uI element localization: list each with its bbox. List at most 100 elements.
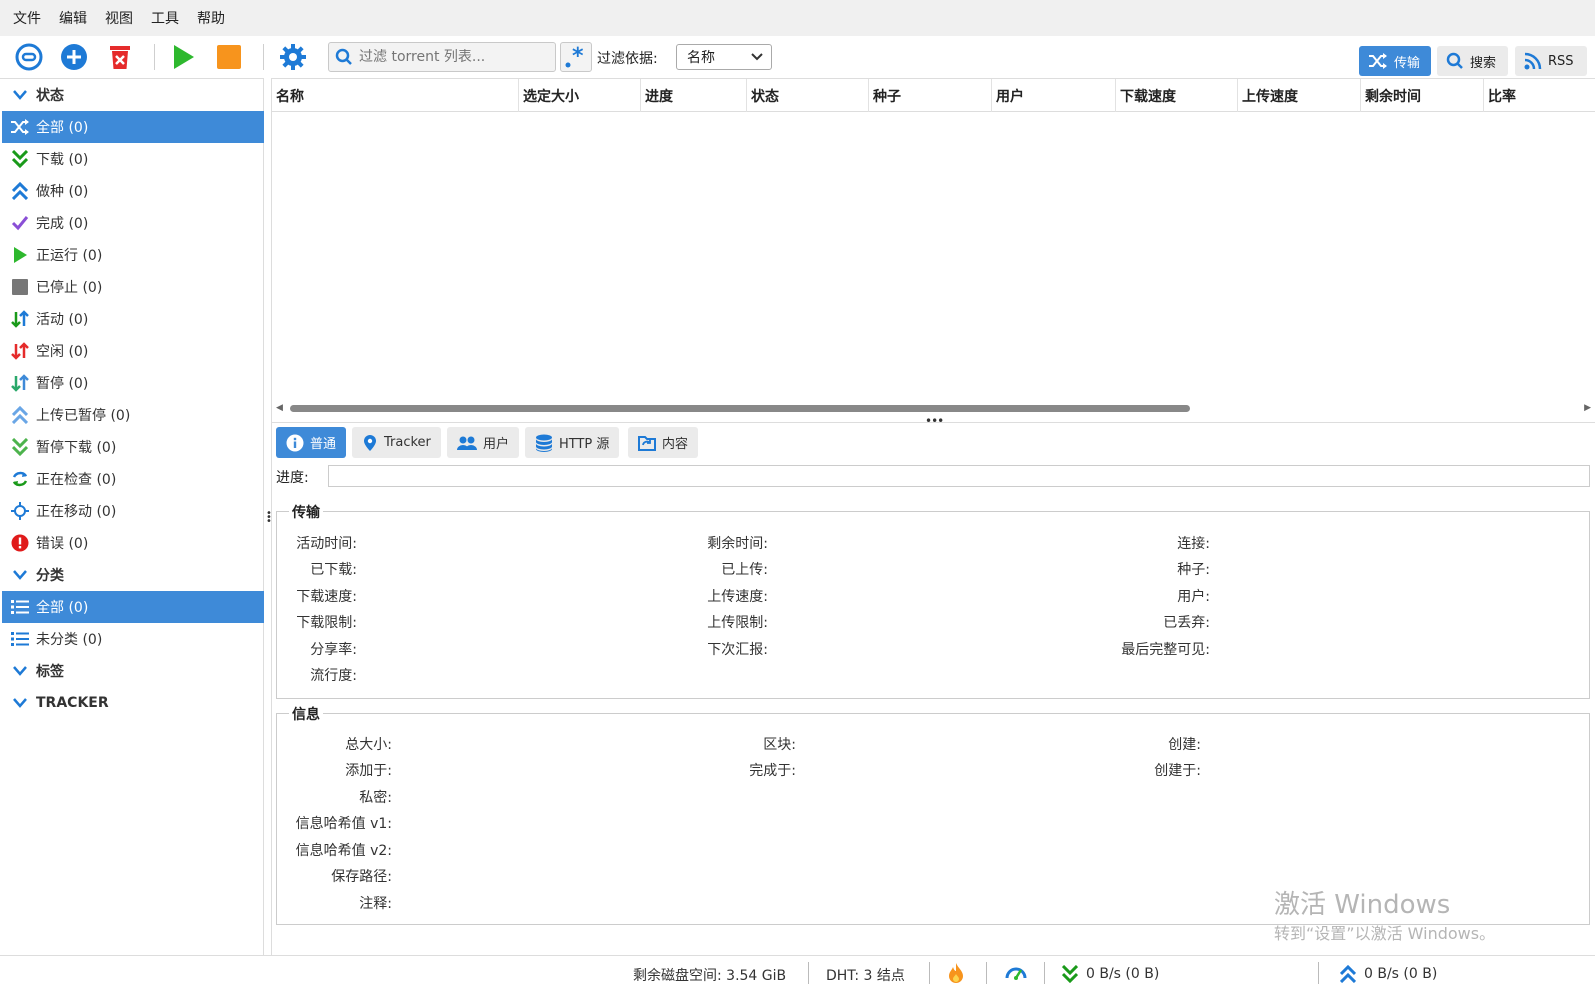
category-section-header[interactable]: 分类 [2, 559, 264, 591]
menu-file[interactable]: 文件 [8, 8, 54, 28]
tab-peers[interactable]: 用户 [447, 427, 520, 458]
sidebar-item-label: 全部 (0) [36, 120, 89, 136]
menu-help[interactable]: 帮助 [192, 8, 238, 28]
sidebar-splitter[interactable]: • • • [264, 78, 272, 955]
column-header-peers[interactable]: 用户 [992, 79, 1116, 112]
double-chevron-down-icon [10, 437, 30, 457]
menu-edit[interactable]: 编辑 [54, 8, 100, 28]
svg-text:*: * [572, 44, 584, 69]
wasted-label: 已丢弃: [1163, 615, 1210, 631]
tab-content[interactable]: 内容 [628, 427, 699, 458]
menu-view[interactable]: 视图 [100, 8, 146, 28]
info-icon [286, 434, 304, 451]
horizontal-scrollbar[interactable]: ◀ ▶ [272, 401, 1595, 415]
filter-by-value: 名称 [687, 50, 715, 66]
column-header-status[interactable]: 状态 [747, 79, 869, 112]
sidebar-item-checking[interactable]: 正在检查 (0) [2, 463, 264, 495]
rss-icon [1524, 52, 1542, 70]
sidebar-item-stopped[interactable]: 已停止 (0) [2, 271, 264, 303]
sidebar-item-downloading[interactable]: 下载 (0) [2, 143, 264, 175]
download-speed-label: 下载速度: [296, 589, 357, 605]
activation-watermark-title: 激活 Windows [1274, 890, 1451, 920]
status-section-header[interactable]: 状态 [2, 79, 264, 111]
sidebar-item-label: 做种 (0) [36, 184, 89, 200]
tab-general[interactable]: 普通 [276, 427, 347, 458]
column-header-download-speed[interactable]: 下载速度 [1116, 79, 1238, 112]
toolbar-separator [154, 44, 155, 70]
check-icon [10, 213, 30, 233]
chevron-down-icon [10, 85, 30, 105]
peers-label: 用户: [1177, 589, 1210, 605]
table-header: 名称 选定大小 进度 状态 种子 用户 下载速度 上传速度 剩余时间 比率 [272, 79, 1595, 112]
column-header-seeds[interactable]: 种子 [869, 79, 992, 112]
tab-tracker[interactable]: Tracker [352, 427, 441, 458]
sidebar-item-paused[interactable]: 暂停 (0) [2, 367, 264, 399]
filter-by-select[interactable]: 名称 [676, 44, 772, 70]
stop-button[interactable] [214, 42, 244, 72]
start-button[interactable] [168, 42, 198, 72]
sidebar-item-download-paused[interactable]: 暂停下载 (0) [2, 431, 264, 463]
database-icon [536, 434, 552, 452]
stop-icon [217, 45, 241, 69]
sidebar-item-all[interactable]: 全部 (0) [2, 111, 264, 143]
tab-search[interactable]: 搜索 [1437, 46, 1508, 76]
sidebar-item-active[interactable]: 活动 (0) [2, 303, 264, 335]
sidebar-item-category-all[interactable]: 全部 (0) [2, 591, 264, 623]
private-label: 私密: [359, 790, 392, 806]
created-on-label: 创建于: [1154, 763, 1201, 779]
category-header-label: 分类 [36, 568, 64, 584]
seeds-label: 种子: [1177, 562, 1210, 578]
scrollbar-thumb[interactable] [290, 405, 1190, 412]
tab-transfer[interactable]: 传输 [1359, 46, 1431, 76]
column-header-progress[interactable]: 进度 [641, 79, 747, 112]
tab-transfer-label: 传输 [1394, 55, 1421, 71]
sidebar-item-seeding[interactable]: 做种 (0) [2, 175, 264, 207]
uploaded-label: 已上传: [721, 562, 768, 578]
scroll-left-icon[interactable]: ◀ [276, 403, 283, 413]
filter-input[interactable] [359, 49, 549, 65]
sidebar-item-inactive[interactable]: 空闲 (0) [2, 335, 264, 367]
scroll-right-icon[interactable]: ▶ [1584, 403, 1591, 413]
menu-tools[interactable]: 工具 [146, 8, 192, 28]
chevron-down-icon [10, 565, 30, 585]
add-torrent-button[interactable] [59, 42, 89, 72]
column-header-name[interactable]: 名称 [272, 79, 519, 112]
transfer-section: 传输 活动时间: 已下载: 下载速度: 下载限制: 分享率: 流行度: 剩余时间… [276, 502, 1590, 699]
options-button[interactable] [278, 42, 308, 72]
tracker-section-header[interactable]: TRACKER [2, 687, 264, 719]
sidebar-item-label: 暂停 (0) [36, 376, 89, 392]
next-announce-label: 下次汇报: [707, 642, 768, 658]
regex-toggle-button[interactable]: * [560, 42, 592, 72]
error-icon [10, 533, 30, 553]
sidebar-item-running[interactable]: 正运行 (0) [2, 239, 264, 271]
sidebar-item-completed[interactable]: 完成 (0) [2, 207, 264, 239]
delete-button[interactable] [105, 42, 135, 72]
sidebar-item-error[interactable]: 错误 (0) [2, 527, 264, 559]
column-header-size[interactable]: 选定大小 [519, 79, 641, 112]
add-link-button[interactable] [14, 42, 44, 72]
column-header-ratio[interactable]: 比率 [1484, 79, 1595, 112]
tab-http-sources[interactable]: HTTP 源 [525, 427, 620, 458]
tab-rss[interactable]: RSS [1515, 46, 1587, 76]
column-header-upload-speed[interactable]: 上传速度 [1238, 79, 1361, 112]
sidebar-item-upload-paused[interactable]: 上传已暂停 (0) [2, 399, 264, 431]
tab-search-label: 搜索 [1470, 55, 1497, 71]
download-limit-label: 下载限制: [296, 615, 357, 631]
tags-header-label: 标签 [36, 664, 64, 680]
sidebar-item-moving[interactable]: 正在移动 (0) [2, 495, 264, 527]
tab-general-label: 普通 [310, 437, 337, 452]
sidebar-item-uncategorized[interactable]: 未分类 (0) [2, 623, 264, 655]
toolbar: * 过滤依据: 名称 传输 搜索 RSS [0, 36, 1595, 78]
connections-label: 连接: [1177, 536, 1210, 552]
activation-watermark-subtitle: 转到“设置”以激活 Windows。 [1274, 924, 1496, 943]
search-icon [1446, 52, 1463, 69]
sidebar-item-label: 上传已暂停 (0) [36, 408, 131, 424]
column-header-eta[interactable]: 剩余时间 [1361, 79, 1484, 112]
info-hash-v1-label: 信息哈希值 v1: [295, 816, 392, 832]
shuffle-icon [10, 117, 30, 137]
speed-limit-toggle-icon[interactable] [1005, 963, 1027, 983]
progress-label: 进度: [276, 470, 309, 486]
tags-section-header[interactable]: 标签 [2, 655, 264, 687]
location-pin-icon [364, 434, 376, 451]
firewall-icon[interactable] [948, 962, 964, 984]
